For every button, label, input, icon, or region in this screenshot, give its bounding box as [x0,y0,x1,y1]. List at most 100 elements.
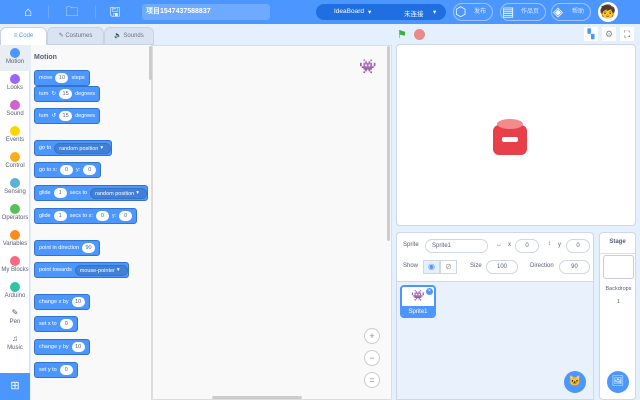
category-sound[interactable]: Sound [0,97,30,123]
block-number-input[interactable]: 0 [59,319,73,329]
block-number-input[interactable]: 0 [59,365,73,375]
block-goto[interactable]: go to random position ▾ [34,140,113,156]
block-text: turn [39,113,49,119]
works-button[interactable]: ▤ 作品页 [500,3,547,21]
connection-dropdown[interactable]: 未连接 [404,8,424,18]
home-icon[interactable]: ⌂ [19,3,37,21]
backdrops-count: 1 [616,299,621,305]
block-text: set y to [39,367,57,373]
block-glide-to[interactable]: glide 1 secs to random position ▾ [34,185,148,201]
category-arduino[interactable]: Arduino [0,279,30,305]
block-number-input[interactable]: 15 [59,89,73,99]
block-change-y[interactable]: change y by 10 [34,339,90,355]
category-variables[interactable]: Variables [0,227,30,253]
block-number-input[interactable]: 90 [82,243,96,253]
zoom-out-button[interactable]: − [364,350,380,366]
category-sensing[interactable]: Sensing [0,175,30,201]
block-point-dir[interactable]: point in direction 90 [34,240,101,256]
block-set-y[interactable]: set y to 0 [34,362,78,378]
block-move[interactable]: move 10 steps [34,70,90,86]
category-my-blocks[interactable]: My Blocks [0,253,30,279]
show-hidden-button[interactable]: ⊘ [440,260,457,274]
fullscreen-icon[interactable]: ⛶ [620,27,634,41]
add-extension-button[interactable]: ⊞ [0,373,30,400]
rotate-left-icon: ↺ [51,113,57,119]
block-gotoxy[interactable]: go to x: 0 y: 0 [34,162,102,178]
stop-button[interactable] [414,29,425,40]
block-text: point towards [39,267,72,273]
category-operators[interactable]: Operators [0,201,30,227]
category-pen[interactable]: ✎ Pen [0,305,30,331]
category-dot-icon [10,204,20,214]
block-glide-xy[interactable]: glide 1 secs to x: 0 y: 0 [34,208,138,224]
block-number-input[interactable]: 1 [53,211,67,221]
connection-selector[interactable]: IdeaBoard ▾ 未连接 ▾ [316,4,446,20]
sprite-name-input[interactable]: Sprite1 [425,239,488,253]
block-point-towards[interactable]: point towards mouse-pointer ▾ [34,262,129,278]
help-button[interactable]: ◈ 帮助 [551,3,592,21]
board-dropdown[interactable]: IdeaBoard [334,8,364,15]
add-sprite-button[interactable]: 🐱 [564,371,586,393]
category-looks[interactable]: Looks [0,71,30,97]
python-icon[interactable]: ⚙ [602,27,616,41]
block-number-input[interactable]: 0 [119,211,133,221]
block-text: degrees [75,113,95,119]
block-change-x[interactable]: change x by 10 [34,294,90,310]
tab-code-label: Code [18,33,34,39]
sprite-thumbnail[interactable]: 👾 Sprite1 × [400,285,436,318]
block-number-input[interactable]: 15 [59,111,73,121]
project-title-input[interactable]: 项目1547437588837 [142,4,270,20]
category-control[interactable]: Control [0,149,30,175]
stage-panel[interactable]: Stage Backdrops 1 🖼 [599,232,636,400]
chevron-down-icon: ▾ [116,267,120,273]
show-label: Show [403,263,419,269]
sprite-character[interactable] [493,119,527,155]
tab-code[interactable]: ≡ Code [0,27,47,45]
y-input[interactable]: 0 [566,239,590,253]
block-number-input[interactable]: 10 [71,297,85,307]
size-input[interactable]: 100 [486,260,518,274]
delete-sprite-icon[interactable]: × [426,288,433,295]
tab-costumes[interactable]: ✎ Costumes [47,27,104,45]
block-text: point in direction [39,245,80,251]
x-input[interactable]: 0 [515,239,539,253]
publish-button[interactable]: ⬡ 发布 [453,3,494,21]
show-visible-button[interactable]: ◉ [423,260,440,274]
block-number-input[interactable]: 1 [53,188,67,198]
green-flag-icon[interactable]: ⚑ [397,28,407,41]
folder-icon[interactable]: 🗀 [63,3,81,21]
category-dot-icon [10,48,20,58]
tab-sounds-label: Sounds [123,33,144,39]
block-turn-ccw[interactable]: turn ↺ 15 degrees [34,108,100,124]
zoom-reset-button[interactable]: = [364,372,380,388]
tab-sounds[interactable]: 🔈 Sounds [104,27,154,45]
zoom-in-button[interactable]: + [364,328,380,344]
save-icon[interactable]: 🖫 [106,3,124,21]
block-number-input[interactable]: 10 [55,73,69,83]
direction-input[interactable]: 90 [559,260,590,274]
block-set-x[interactable]: set x to 0 [34,316,78,332]
block-number-input[interactable]: 0 [60,165,74,175]
category-music[interactable]: ♫ Music [0,331,30,357]
block-turn-cw[interactable]: turn ↻ 15 degrees [34,86,100,102]
backdrop-thumbnail[interactable] [603,255,634,279]
script-area[interactable]: 👾 [152,45,392,400]
avatar[interactable]: 🧒 [598,2,618,22]
small-stage-layout-icon[interactable]: ▚ [584,27,598,41]
block-dropdown[interactable]: mouse-pointer [74,264,128,276]
sprite-thumb-name: Sprite1 [402,306,434,316]
stage-canvas[interactable] [396,44,636,226]
help-icon: ◈ [553,4,563,19]
block-text: change x by [39,299,69,305]
block-number-input[interactable]: 0 [95,211,109,221]
block-number-input[interactable]: 10 [71,342,85,352]
block-number-input[interactable]: 0 [83,165,97,175]
direction-label: Direction [530,263,554,269]
add-backdrop-button[interactable]: 🖼 [607,371,629,393]
script-vertical-scrollbar[interactable] [387,46,390,241]
category-menu: Motion Looks Sound Events Control Sensing Oper… [0,45,30,400]
tab-costumes-label: Costumes [65,33,93,39]
category-events[interactable]: Events [0,123,30,149]
script-horizontal-scrollbar[interactable] [212,396,302,399]
category-motion[interactable]: Motion [0,45,30,71]
